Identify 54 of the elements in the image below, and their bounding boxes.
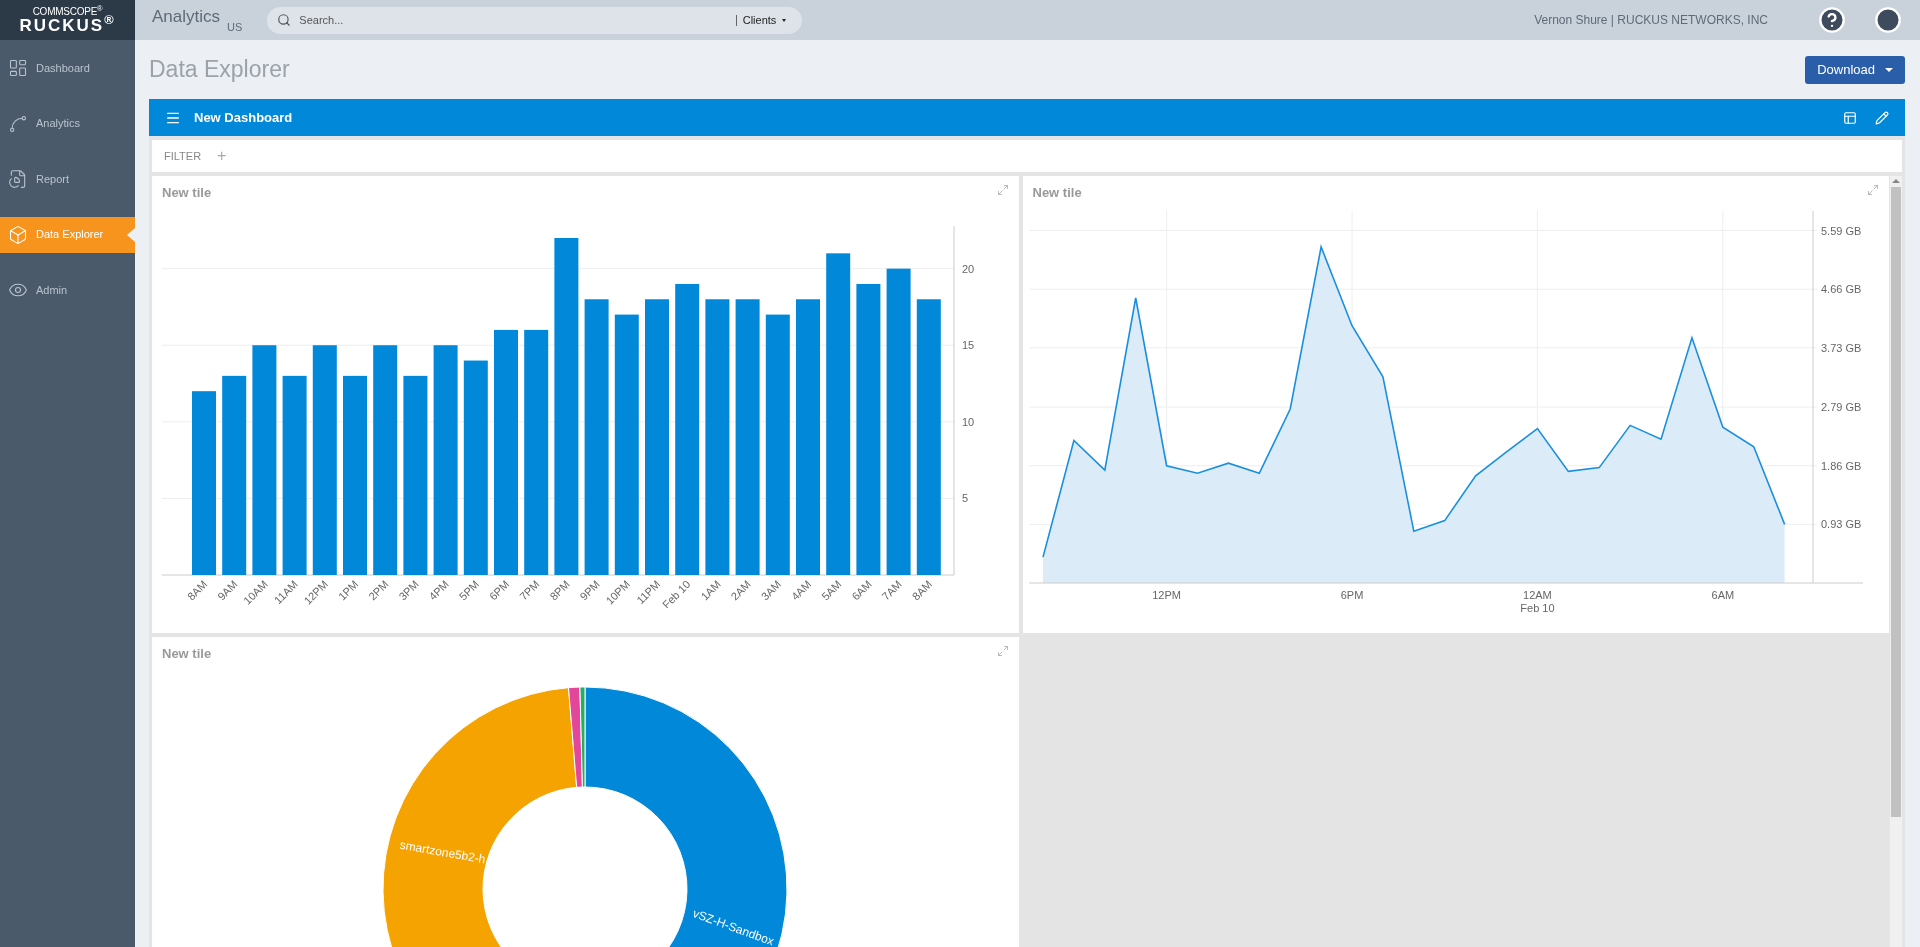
axis-date-label: Feb 10 bbox=[1519, 602, 1555, 614]
caret-icon bbox=[1885, 67, 1893, 72]
logo-text: RUCKUS$^{®}$ bbox=[19, 16, 116, 34]
search-icon bbox=[277, 13, 292, 27]
scroll-up-icon[interactable] bbox=[1892, 179, 1900, 183]
active-notch-icon bbox=[127, 227, 135, 242]
caret-icon bbox=[782, 18, 787, 22]
sidebar-icon bbox=[8, 113, 28, 134]
expand-icon[interactable] bbox=[1867, 184, 1879, 196]
axis-tick-label: Feb 10 bbox=[659, 577, 693, 608]
search-field[interactable]: Search... Clients bbox=[267, 6, 803, 34]
axis-tick-label: 5 bbox=[962, 492, 969, 505]
sidebar-item[interactable]: Report bbox=[0, 161, 135, 197]
user-org-label: Vernon Shure | RUCKUS NETWORKS, INC bbox=[1534, 12, 1768, 29]
add-filter-button[interactable]: + bbox=[217, 148, 227, 164]
tile-title: New tile bbox=[162, 184, 212, 202]
scope-dropdown[interactable]: Clients bbox=[735, 14, 787, 26]
sidebar-icon bbox=[8, 224, 28, 245]
download-button[interactable]: Download bbox=[1805, 55, 1905, 84]
user-avatar-icon[interactable] bbox=[1874, 6, 1902, 34]
logo-subtitle: COMMSCOPE$^{®}$ bbox=[32, 6, 103, 17]
axis-tick-label: 2.79 GB bbox=[1820, 401, 1861, 414]
axis-tick-label: 1.86 GB bbox=[1820, 459, 1861, 472]
app-title: Analytics bbox=[152, 6, 221, 28]
axis-tick-label: 20 bbox=[962, 262, 975, 275]
axis-tick-label: 12AM bbox=[1522, 589, 1552, 601]
region-label: US bbox=[227, 19, 243, 35]
sidebar-icon bbox=[8, 169, 28, 189]
tile-title: New tile bbox=[162, 645, 212, 663]
axis-tick-label: 6AM bbox=[1711, 589, 1734, 601]
axis-tick-label: 0.93 GB bbox=[1820, 518, 1861, 531]
scrollbar-thumb[interactable] bbox=[1891, 187, 1901, 817]
sidebar-icon bbox=[8, 58, 28, 78]
sidebar-item[interactable]: Analytics bbox=[0, 105, 135, 142]
layout-icon[interactable] bbox=[1843, 110, 1857, 125]
tile-title: New tile bbox=[1032, 184, 1082, 202]
axis-tick-label: 12PM bbox=[1151, 589, 1181, 601]
sidebar-item[interactable]: Dashboard bbox=[0, 50, 135, 86]
axis-tick-label: 15 bbox=[962, 339, 975, 352]
axis-tick-label: 5.59 GB bbox=[1820, 224, 1861, 237]
help-icon[interactable] bbox=[1818, 6, 1846, 34]
axis-tick-label: 3.73 GB bbox=[1820, 341, 1861, 354]
axis-tick-label: 10 bbox=[962, 415, 975, 428]
expand-icon[interactable] bbox=[996, 645, 1009, 657]
page-title: Data Explorer bbox=[149, 55, 290, 85]
scrollbar[interactable] bbox=[1890, 176, 1902, 947]
expand-icon[interactable] bbox=[996, 184, 1009, 196]
axis-tick-label: 4.66 GB bbox=[1820, 283, 1861, 296]
sidebar-item[interactable]: Admin bbox=[0, 272, 135, 308]
sidebar-item[interactable]: Data Explorer bbox=[0, 216, 135, 253]
filter-label: FILTER bbox=[164, 148, 202, 164]
axis-tick-label: 6PM bbox=[1340, 589, 1363, 601]
edit-icon[interactable] bbox=[1875, 110, 1889, 125]
dashboard-title: New Dashboard bbox=[194, 108, 293, 127]
